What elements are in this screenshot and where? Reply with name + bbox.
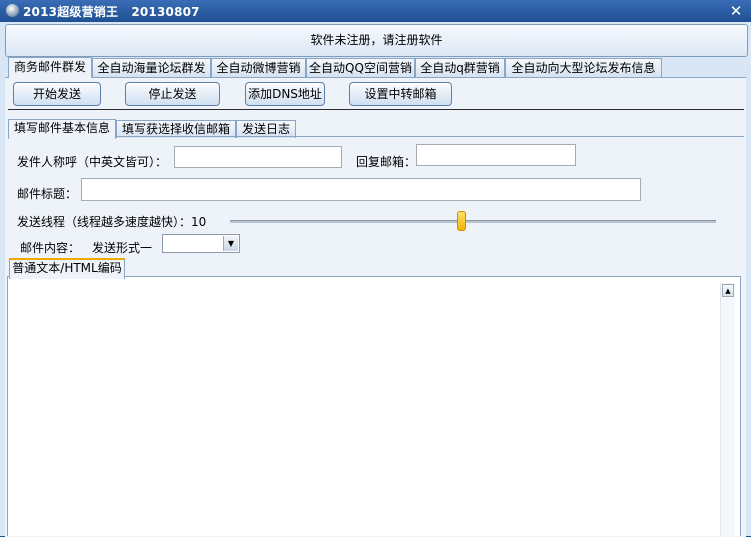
toolbar-divider	[8, 109, 744, 110]
app-icon	[6, 4, 19, 17]
start-send-button[interactable]: 开始发送	[13, 82, 101, 106]
main-panel: 开始发送 停止发送 添加DNS地址 设置中转邮箱 填写邮件基本信息 填写获选择收…	[5, 77, 746, 537]
content-label: 邮件内容：	[20, 241, 81, 255]
threads-slider-track[interactable]	[230, 220, 716, 223]
close-icon[interactable]: ✕	[727, 2, 745, 20]
editor-tab-text-html[interactable]: 普通文本/HTML编码	[9, 258, 125, 279]
threads-label: 发送线程（线程越多速度越快）：10	[17, 215, 207, 229]
title-bar: 2013超级营销王 20130807 ✕	[0, 0, 751, 22]
set-relay-mailbox-button[interactable]: 设置中转邮箱	[349, 82, 452, 106]
threads-slider-thumb[interactable]	[457, 211, 466, 231]
tab-weibo-marketing[interactable]: 全自动微博营销	[211, 58, 306, 77]
tab-business-email[interactable]: 商务邮件群发	[8, 57, 92, 78]
email-content-editor[interactable]: ▲	[7, 276, 741, 537]
send-mode-select[interactable]: ▼	[162, 234, 240, 253]
subtab-basic-info[interactable]: 填写邮件基本信息	[8, 119, 116, 139]
tab-qgroup-marketing[interactable]: 全自动q群营销	[415, 58, 505, 77]
scroll-up-icon[interactable]: ▲	[722, 284, 734, 297]
sender-name-label: 发件人称呼（中英文皆可）：	[17, 155, 168, 169]
reply-email-label: 回复邮箱：	[356, 155, 417, 169]
sender-name-input[interactable]	[174, 146, 342, 168]
tab-big-forum-post[interactable]: 全自动向大型论坛发布信息	[505, 58, 662, 77]
tab-forum-mass-post[interactable]: 全自动海量论坛群发	[92, 58, 211, 77]
send-mode-label: 发送形式一	[92, 241, 153, 255]
registration-notice[interactable]: 软件未注册，请注册软件	[5, 24, 748, 57]
app-window: 2013超级营销王 20130807 ✕ 软件未注册，请注册软件 商务邮件群发 …	[0, 0, 751, 537]
stop-send-button[interactable]: 停止发送	[125, 82, 220, 106]
chevron-down-icon[interactable]: ▼	[223, 236, 238, 251]
subject-input[interactable]	[81, 178, 641, 201]
subject-label: 邮件标题：	[17, 187, 78, 201]
add-dns-button[interactable]: 添加DNS地址	[245, 82, 325, 106]
editor-scrollbar[interactable]: ▲	[720, 283, 735, 537]
tab-qzone-marketing[interactable]: 全自动QQ空间营销	[306, 58, 415, 77]
reply-email-input[interactable]	[416, 144, 576, 166]
window-title: 2013超级营销王 20130807	[23, 5, 200, 19]
